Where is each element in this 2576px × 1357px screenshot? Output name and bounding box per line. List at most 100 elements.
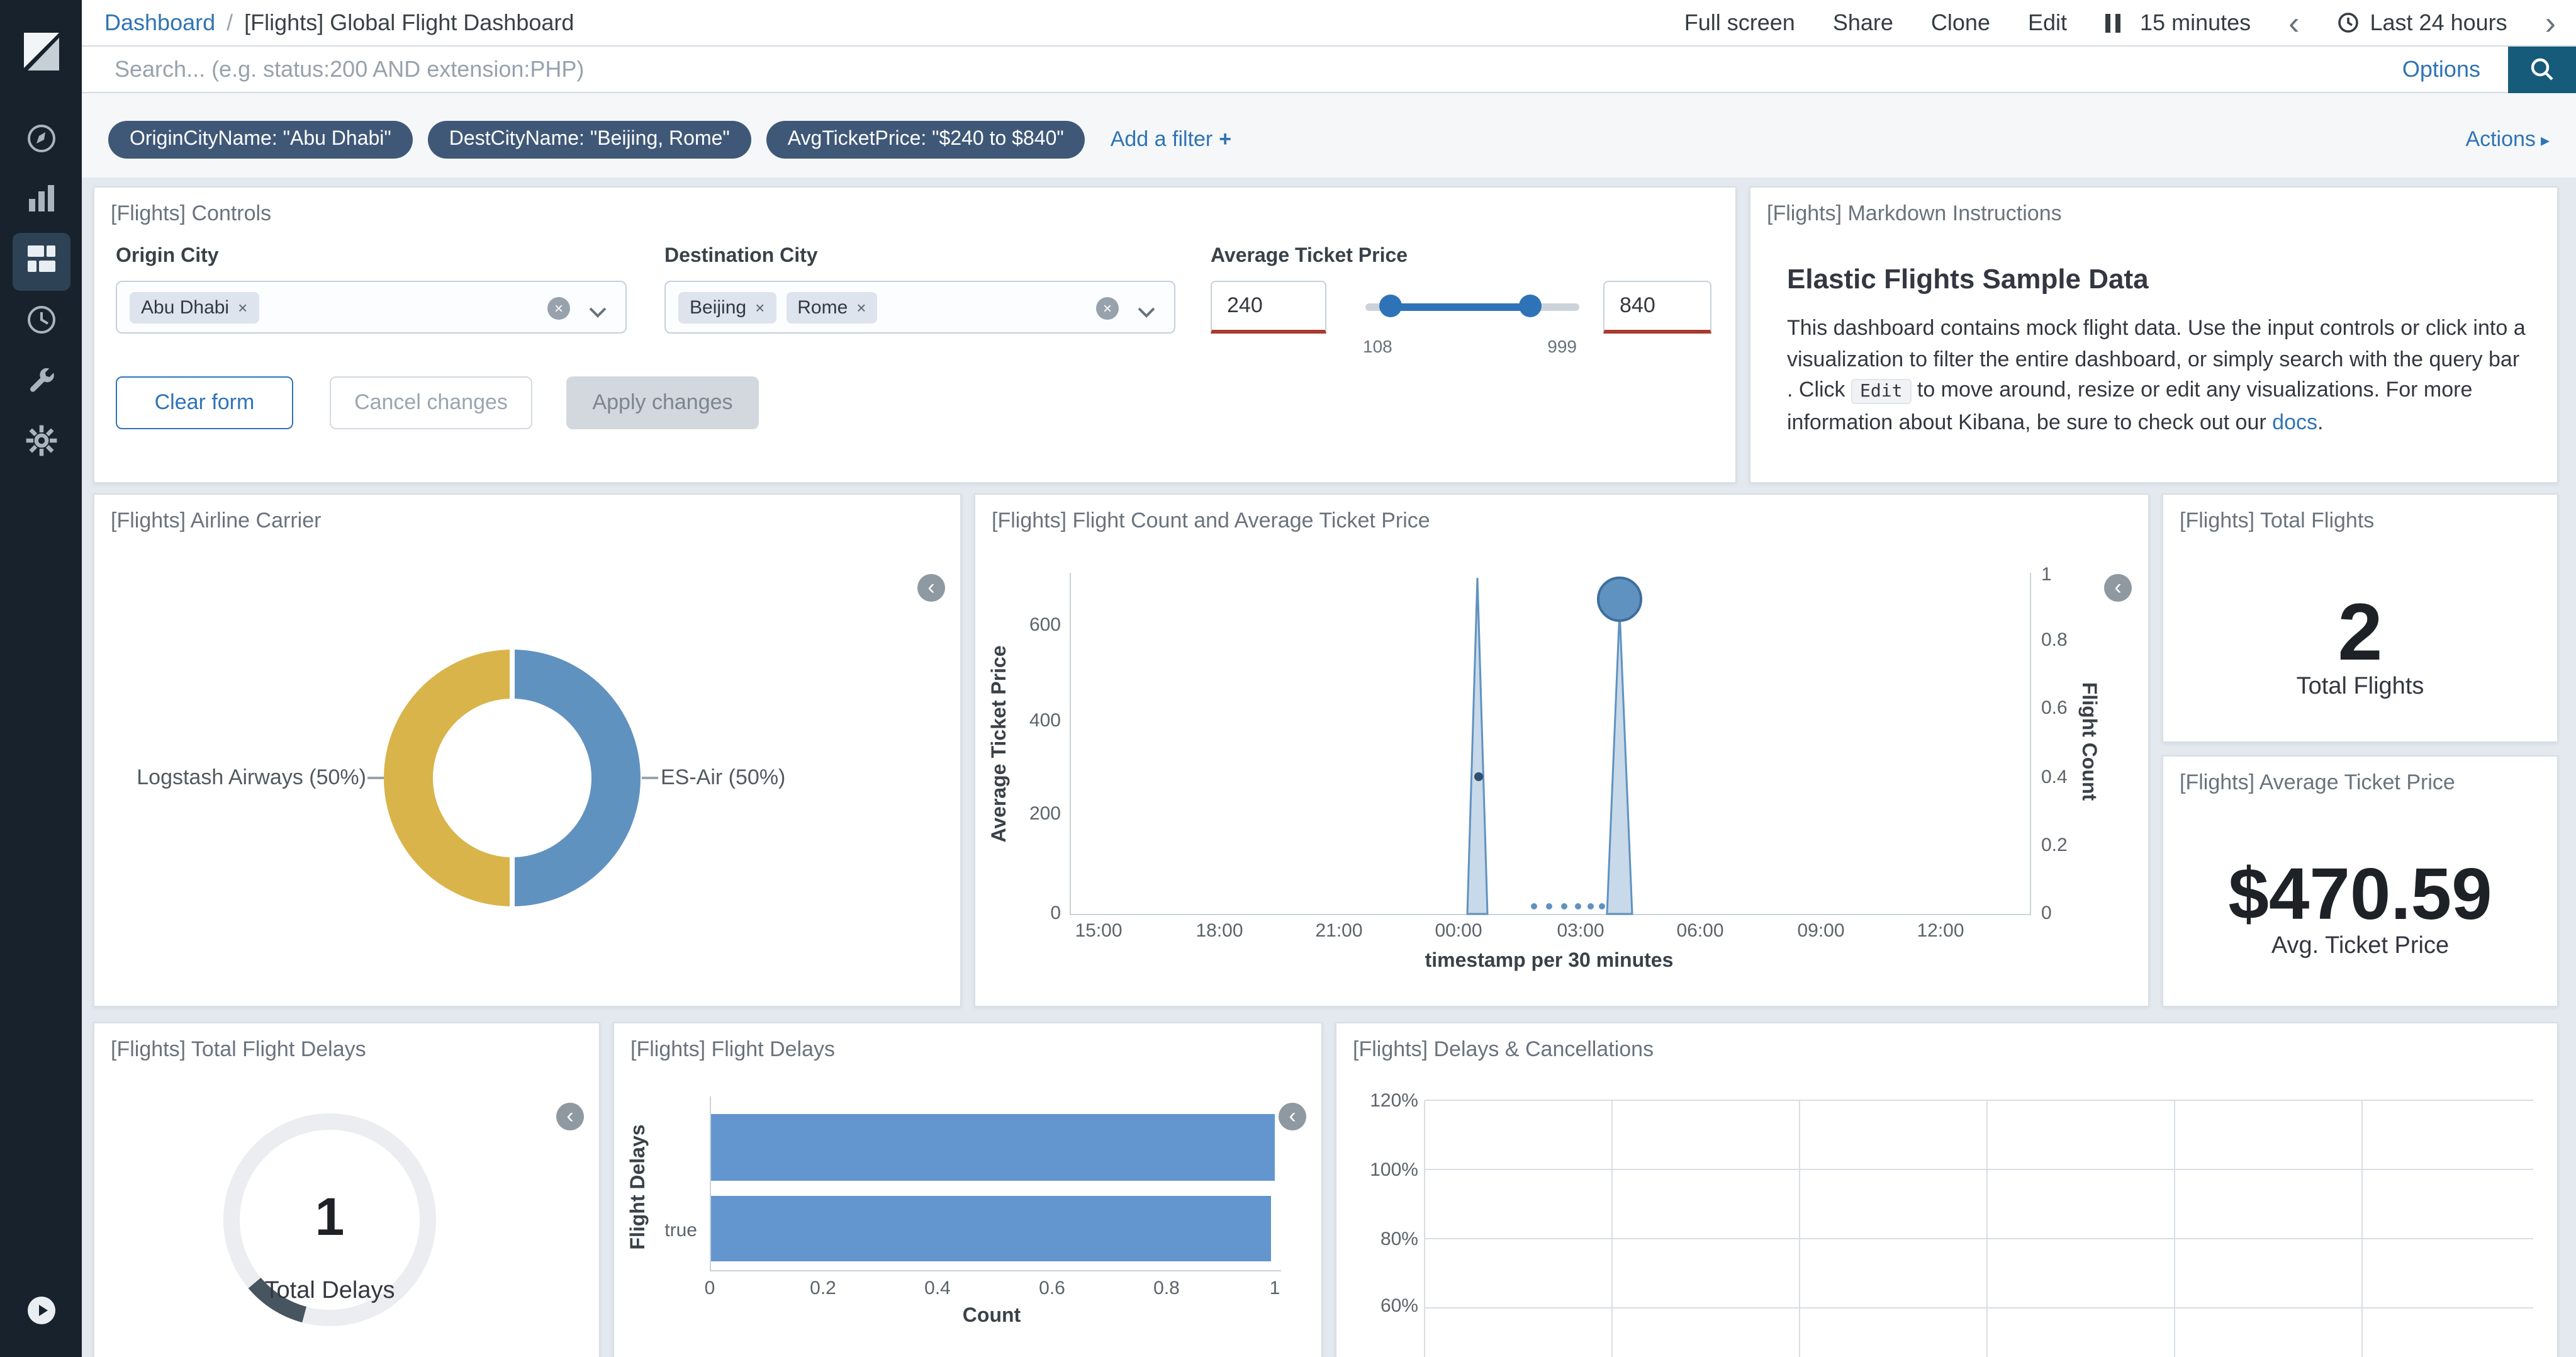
x-tick: 03:00 bbox=[1557, 920, 1604, 942]
tag-remove-icon[interactable]: × bbox=[238, 298, 247, 317]
play-circle-icon bbox=[25, 1293, 57, 1332]
gauge-label: Total Delays bbox=[141, 1278, 518, 1305]
sidebar-item-management[interactable] bbox=[12, 414, 70, 472]
filter-pill[interactable]: OriginCityName: "Abu Dhabi" bbox=[108, 120, 413, 158]
time-range-picker[interactable]: Last 24 hours bbox=[2338, 9, 2507, 36]
pause-refresh-button[interactable] bbox=[2105, 13, 2120, 32]
avg-ticket-price-label: Average Ticket Price bbox=[1211, 245, 1408, 268]
legend-toggle-button[interactable]: ‹ bbox=[1279, 1103, 1306, 1130]
sidebar-item-discover[interactable] bbox=[12, 112, 70, 170]
bar-true-1[interactable] bbox=[711, 1114, 1275, 1181]
slider-handle-min[interactable] bbox=[1379, 295, 1402, 317]
top-navbar: Dashboard / [Flights] Global Flight Dash… bbox=[82, 0, 2576, 47]
topnav-menu-item[interactable]: Edit bbox=[2028, 9, 2067, 36]
docs-link[interactable]: docs bbox=[2272, 410, 2317, 434]
x-tick: 00:00 bbox=[1435, 920, 1482, 942]
price-max-input[interactable] bbox=[1603, 281, 1711, 334]
chevron-down-icon[interactable] bbox=[588, 302, 608, 325]
y2-tick: 0.2 bbox=[2041, 835, 2068, 856]
markdown-heading: Elastic Flights Sample Data bbox=[1787, 263, 2149, 296]
plus-icon: + bbox=[1219, 127, 1231, 150]
sidebar-item-visualize[interactable] bbox=[12, 172, 70, 230]
sidebar-item-dashboard[interactable] bbox=[12, 233, 70, 291]
panel-title: [Flights] Controls bbox=[111, 201, 271, 227]
pie-connector bbox=[367, 777, 384, 779]
x-tick: 06:00 bbox=[1676, 920, 1723, 942]
panel-total-flight-delays: [Flights] Total Flight Delays ‹ 1 Total … bbox=[93, 1022, 600, 1357]
panel-title: [Flights] Markdown Instructions bbox=[1767, 201, 2062, 227]
add-filter-link[interactable]: Add a filter+ bbox=[1111, 127, 1231, 152]
filter-bar: OriginCityName: "Abu Dhabi" DestCityName:… bbox=[82, 93, 2576, 177]
filter-pill[interactable]: DestCityName: "Beijing, Rome" bbox=[428, 120, 751, 158]
slider-max-label: 999 bbox=[1547, 336, 1577, 356]
y-tick: 0 bbox=[998, 903, 1061, 924]
panel-avg-ticket-price: [Flights] Average Ticket Price $470.59 A… bbox=[2162, 755, 2558, 1007]
bar-true-2[interactable] bbox=[711, 1196, 1271, 1261]
clock-icon bbox=[2338, 11, 2360, 34]
combo-tag-label: Abu Dhabi bbox=[141, 296, 229, 318]
search-input[interactable] bbox=[82, 47, 2375, 92]
options-link[interactable]: Options bbox=[2402, 56, 2480, 82]
refresh-interval-label[interactable]: 15 minutes bbox=[2140, 9, 2251, 36]
chevron-down-icon[interactable] bbox=[1136, 302, 1156, 325]
clear-form-button[interactable]: Clear form bbox=[116, 376, 293, 429]
compass-icon bbox=[25, 121, 57, 160]
destination-city-label: Destination City bbox=[664, 245, 818, 268]
cancel-changes-button: Cancel changes bbox=[330, 376, 532, 429]
clear-selection-icon[interactable]: × bbox=[1096, 297, 1119, 320]
markdown-body: This dashboard contains mock flight data… bbox=[1787, 313, 2529, 438]
caret-right-icon: ▸ bbox=[2541, 129, 2550, 149]
topnav-menu-item[interactable]: Share bbox=[1833, 9, 1893, 36]
tag-remove-icon[interactable]: × bbox=[755, 298, 764, 317]
search-icon bbox=[2528, 55, 2556, 83]
origin-city-combobox[interactable]: Abu Dhabi × × bbox=[116, 281, 627, 334]
sidebar-collapse-button[interactable] bbox=[12, 1284, 70, 1342]
panel-title: [Flights] Airline Carrier bbox=[111, 509, 321, 534]
time-forward-icon[interactable]: › bbox=[2545, 6, 2556, 39]
topnav-menu-item[interactable]: Full screen bbox=[1684, 9, 1795, 36]
panel-controls: [Flights] Controls Origin City Abu Dhabi… bbox=[93, 186, 1737, 483]
apply-changes-button: Apply changes bbox=[566, 376, 759, 429]
destination-city-combobox[interactable]: Beijing×Rome× × bbox=[664, 281, 1175, 334]
x-tick: 21:00 bbox=[1315, 920, 1362, 942]
breadcrumb-dashboard-link[interactable]: Dashboard bbox=[104, 9, 215, 36]
panel-total-flights: [Flights] Total Flights 2 Total Flights bbox=[2162, 493, 2558, 743]
y-tick: 200 bbox=[998, 803, 1061, 825]
clear-selection-icon[interactable]: × bbox=[547, 297, 570, 320]
y-tick: 600 bbox=[998, 614, 1061, 636]
price-min-input[interactable] bbox=[1211, 281, 1326, 334]
panel-flight-count-price: [Flights] Flight Count and Average Ticke… bbox=[974, 493, 2149, 1007]
topnav-actions: Full screen Share Clone Edit 15 minutes ‹ L… bbox=[1684, 6, 2556, 39]
search-button[interactable] bbox=[2508, 46, 2576, 93]
panel-title: [Flights] Average Ticket Price bbox=[2180, 770, 2455, 796]
donut-chart[interactable] bbox=[384, 650, 641, 906]
panel-delays-cancellations: [Flights] Delays & Cancellations 120% 10… bbox=[1335, 1022, 2558, 1357]
panel-airline-carrier: [Flights] Airline Carrier ‹ Logstash Air… bbox=[93, 493, 961, 1007]
combo-tag-label: Beijing bbox=[690, 296, 746, 318]
y2-tick: 0.8 bbox=[2041, 629, 2068, 651]
metric-value: 2 bbox=[2163, 585, 2557, 678]
sidebar-item-devtools[interactable] bbox=[12, 354, 70, 412]
filter-pill[interactable]: AvgTicketPrice: "$240 to $840" bbox=[766, 120, 1085, 158]
combo-tag[interactable]: Beijing × bbox=[678, 291, 776, 323]
y-tick: 80% bbox=[1353, 1229, 1418, 1250]
tag-remove-icon[interactable]: × bbox=[856, 298, 866, 317]
filter-actions-link[interactable]: Actions▸ bbox=[2465, 127, 2550, 152]
metric-label: Avg. Ticket Price bbox=[2163, 933, 2557, 960]
time-back-icon[interactable]: ‹ bbox=[2288, 6, 2299, 39]
y-tick: 120% bbox=[1353, 1090, 1418, 1112]
clock-chart-icon bbox=[25, 303, 57, 342]
combo-tag[interactable]: Rome× bbox=[786, 291, 877, 323]
slider-handle-max[interactable] bbox=[1519, 295, 1542, 317]
x-axis-line bbox=[710, 1270, 1281, 1271]
pie-connector bbox=[642, 777, 658, 779]
combo-tag[interactable]: Abu Dhabi × bbox=[130, 291, 259, 323]
y-tick: 400 bbox=[998, 710, 1061, 731]
donut-hole bbox=[433, 699, 591, 857]
topnav-menu-item[interactable]: Clone bbox=[1931, 9, 1990, 36]
timelion-grid[interactable] bbox=[1336, 1023, 2558, 1357]
legend-toggle-button[interactable]: ‹ bbox=[917, 574, 945, 602]
slider-min-label: 108 bbox=[1363, 336, 1392, 356]
sidebar-item-timelion[interactable] bbox=[12, 293, 70, 351]
origin-city-label: Origin City bbox=[116, 245, 219, 268]
